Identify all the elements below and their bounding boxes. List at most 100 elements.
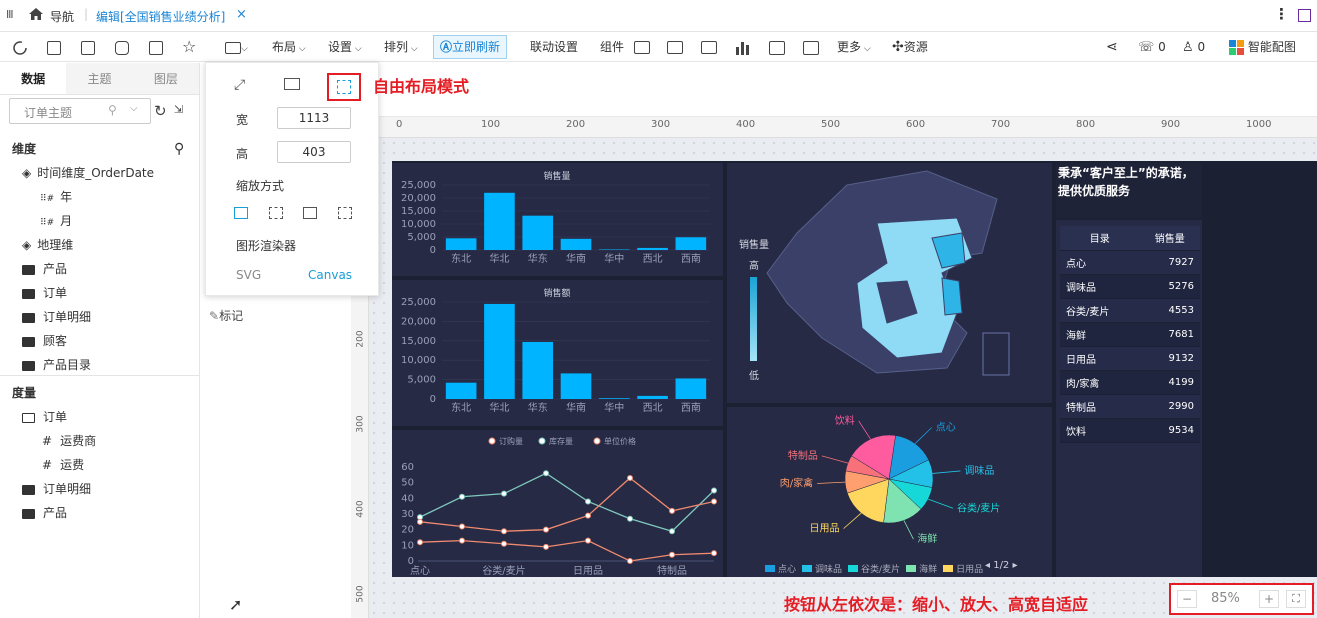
save-icon[interactable] [47,32,61,62]
layout-menu[interactable]: 布局 ⌵ [272,32,306,62]
tree-item-measure-product[interactable]: 产品 [0,501,199,525]
menu-icon[interactable]: Ⅲ [6,8,14,21]
tree-item-shipper[interactable]: # 运费商 [0,429,199,453]
legend-label[interactable]: 日用品 [956,565,983,575]
mark-label: 标记 [219,309,244,323]
legend-label[interactable]: 点心 [778,565,796,575]
table-row[interactable]: 调味品 5276 [1060,274,1200,299]
more-menu-icon[interactable]: ⋮ [1274,5,1289,23]
x-tick-label: 华东 [528,401,548,414]
device-icon[interactable]: ⌵ [225,32,248,62]
scale-height-icon[interactable] [269,207,283,219]
scale-width-icon[interactable] [234,207,248,219]
tree-item-order[interactable]: 订单 [0,281,199,305]
freestyle-table-icon[interactable] [701,32,717,62]
chevron-down-icon: ⌵ [130,103,138,114]
zoom-in-button[interactable]: + [1259,590,1279,608]
resource-button[interactable]: ✣资源 [892,32,928,62]
map-legend-gradient[interactable] [750,277,757,361]
window-toggle-icon[interactable] [1298,9,1311,22]
refresh-now-button[interactable]: Ⓐ立即刷新 [433,35,508,59]
smart-chart-button[interactable]: 智能配图 [1229,32,1296,62]
favorite-icon[interactable]: ☆ [182,32,196,62]
tree-item-time-dimension[interactable]: ◈ 时间维度_OrderDate [0,161,199,185]
table-row[interactable]: 点心 7927 [1060,250,1200,275]
tree-item-label: 运费商 [60,434,97,448]
hierarchy-field-icon: ⠿# [40,218,55,228]
width-input[interactable]: 1113 [277,107,351,129]
data-point [417,518,423,525]
table-row[interactable]: 肉/家禽 4199 [1060,370,1200,395]
linkage-settings-button[interactable]: 联动设置 [530,32,578,62]
legend-label[interactable]: 谷类/麦片 [861,565,900,575]
share-icon[interactable]: ⋖ [1106,32,1118,62]
image-icon[interactable] [803,32,819,62]
export-icon[interactable] [149,32,163,62]
tree-item-year[interactable]: ⠿# 年 [0,185,199,209]
height-input[interactable]: 403 [277,141,351,163]
renderer-canvas-option[interactable]: Canvas [308,268,352,282]
fit-size-button[interactable]: ⛶ [1286,590,1306,608]
arrange-menu[interactable]: 排列 ⌵ [384,32,418,62]
ruler-tick-label: 300 [651,119,671,130]
tree-item-customer[interactable]: 顾客 [0,329,199,353]
tree-item-product[interactable]: 产品 [0,257,199,281]
save-as-icon[interactable] [81,32,95,62]
sales-amount-panel[interactable]: 销售额 0 5,000 10,000 15,000 20,000 25,000 东北 华北 华东 华… [392,280,723,426]
settings-menu[interactable]: 设置 ⌵ [328,32,362,62]
collapse-icon[interactable]: ⇲ [174,103,183,116]
comment-button[interactable]: ☏ 0 [1138,32,1166,62]
table-row[interactable]: 海鲜 7681 [1060,322,1200,347]
free-layout-button[interactable] [327,73,361,101]
dimension-search-icon[interactable]: ⚲ [174,137,184,161]
sales-volume-panel[interactable]: 销售量 0 5,000 10,000 15,000 20,000 25,000 东北 华北 华东 华… [392,163,723,276]
subject-select[interactable]: 订单主题 ⚲ ⌵ [9,98,151,124]
crosstab-icon[interactable] [667,32,683,62]
tree-item-freight[interactable]: # 运费 [0,453,199,477]
pie-panel[interactable]: 点心 调味品 谷类/麦片 海鲜 日用品 肉/家禽 特制品 饮料 点心 调味品 谷类/麦片 海鲜 日用品… [727,407,1052,577]
more-menu[interactable]: 更多 ⌵ [837,32,871,62]
reload-icon[interactable]: ↻ [154,102,167,120]
table-row[interactable]: 特制品 2990 [1060,394,1200,419]
y-tick-label: 20,000 [401,193,436,204]
tree-item-geo[interactable]: ◈ 地理维 [0,233,199,257]
table-row[interactable]: 谷类/麦片 4553 [1060,298,1200,323]
tab-theme[interactable]: 主题 [66,63,133,94]
legend-label[interactable]: 海鲜 [919,565,937,575]
data-point [501,540,507,547]
bar-chart-icon[interactable] [735,32,751,62]
scale-full-icon[interactable] [303,207,317,219]
renderer-svg-option[interactable]: SVG [236,268,261,282]
tab-close-button[interactable]: × [236,7,247,22]
fit-width-icon[interactable] [284,78,300,90]
tab-layers[interactable]: 图层 [132,63,199,94]
fit-screen-icon[interactable]: ⤢ [234,77,245,93]
china-map-panel[interactable]: 销售量 高 低 [727,163,1052,403]
pie-label: 特制品 [788,449,818,462]
map-legend-title: 销售量 [739,240,769,251]
table-row[interactable]: 饮料 9534 [1060,418,1200,443]
line-chart-panel[interactable]: 订购量 库存量 单位价格 0 10 20 30 40 50 60 点心 谷类/麦片 日用品 特制品 [392,430,723,577]
table-icon[interactable] [634,32,650,62]
tree-item-measure-order[interactable]: 订单 [0,405,199,429]
tree-item-catalog[interactable]: 产品目录 [0,353,199,373]
table-row[interactable]: 日用品 9132 [1060,346,1200,371]
text-icon[interactable] [769,32,785,62]
tab-data[interactable]: 数据 [0,63,67,94]
tree-item-month[interactable]: ⠿# 月 [0,209,199,233]
home-icon[interactable] [28,7,44,21]
mark-item[interactable]: ✎标记 [209,307,243,324]
tree-item-measure-order-detail[interactable]: 订单明细 [0,477,199,501]
pie-label: 饮料 [835,414,855,427]
tree-item-order-detail[interactable]: 订单明细 [0,305,199,329]
zoom-out-button[interactable]: − [1177,590,1197,608]
pie-legend-pager[interactable]: ◂ 1/2 ▸ [985,560,1018,571]
refresh-icon[interactable] [12,32,28,62]
nav-link[interactable]: 导航 [50,8,74,25]
preview-icon[interactable] [115,32,129,62]
like-button[interactable]: ♙ 0 [1182,32,1205,62]
scale-none-icon[interactable] [338,207,352,219]
bar [675,237,707,250]
tab-edit-dashboard[interactable]: 编辑[全国销售业绩分析] [96,8,225,25]
legend-label[interactable]: 调味品 [815,565,842,575]
